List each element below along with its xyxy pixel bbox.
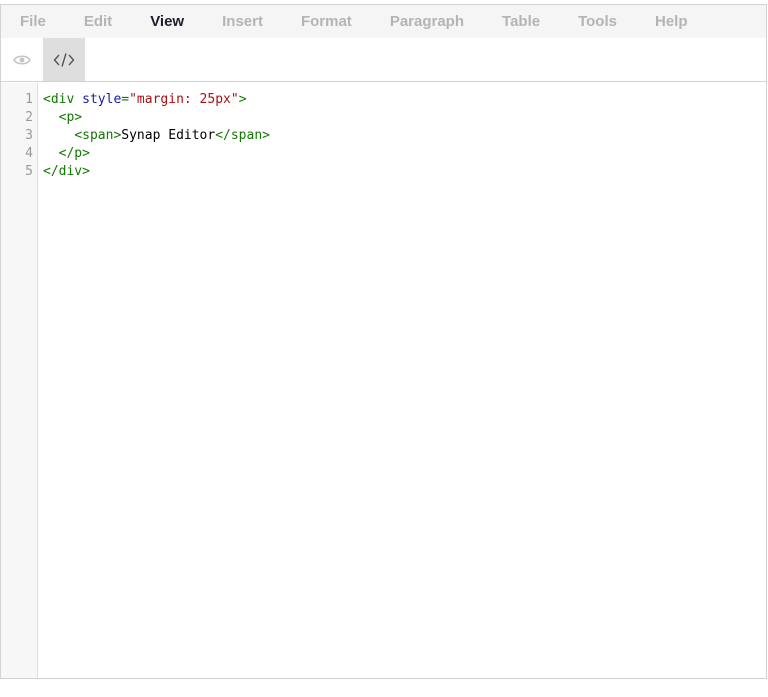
code-token: <div	[43, 92, 83, 107]
code-token: </span>	[215, 128, 270, 143]
line-number: 4	[25, 146, 33, 161]
code-editor[interactable]: 1 2 3 4 5 <div style="margin: 25px"> <p>…	[1, 83, 766, 678]
line-number-gutter: 1 2 3 4 5	[1, 83, 38, 678]
code-line[interactable]: </div>	[43, 163, 766, 181]
editor-window: File Edit View Insert Format Paragraph T…	[0, 4, 767, 679]
menubar: File Edit View Insert Format Paragraph T…	[1, 5, 766, 38]
line-number: 5	[25, 164, 33, 179]
code-token: </div>	[43, 164, 90, 179]
preview-button[interactable]	[1, 38, 43, 81]
code-token: </p>	[58, 146, 90, 161]
code-line[interactable]: <div style="margin: 25px">	[43, 91, 766, 109]
line-number: 2	[25, 110, 33, 125]
menu-edit[interactable]: Edit	[84, 5, 112, 38]
menu-format[interactable]: Format	[301, 5, 352, 38]
menu-tools[interactable]: Tools	[578, 5, 617, 38]
code-icon	[53, 52, 75, 67]
code-token: <p>	[58, 110, 83, 125]
source-code-button[interactable]	[43, 38, 85, 81]
menu-view[interactable]: View	[150, 5, 184, 38]
menu-help[interactable]: Help	[655, 5, 688, 38]
code-line[interactable]: </p>	[43, 145, 766, 163]
code-token: style	[82, 92, 122, 107]
toolbar	[1, 38, 766, 82]
code-token: Synap Editor	[121, 128, 216, 143]
code-line[interactable]: <span>Synap Editor</span>	[43, 127, 766, 145]
code-token: =	[121, 92, 130, 107]
code-line[interactable]: <p>	[43, 109, 766, 127]
code-token: >	[238, 92, 247, 107]
code-token: "margin: 25px"	[129, 92, 239, 107]
line-number: 1	[25, 92, 33, 107]
menu-table[interactable]: Table	[502, 5, 540, 38]
line-number: 3	[25, 128, 33, 143]
eye-icon	[13, 54, 31, 65]
code-content[interactable]: <div style="margin: 25px"> <p> <span>Syn…	[38, 83, 766, 678]
menu-paragraph[interactable]: Paragraph	[390, 5, 464, 38]
menu-insert[interactable]: Insert	[222, 5, 263, 38]
menu-file[interactable]: File	[20, 5, 46, 38]
code-token: <span>	[74, 128, 122, 143]
